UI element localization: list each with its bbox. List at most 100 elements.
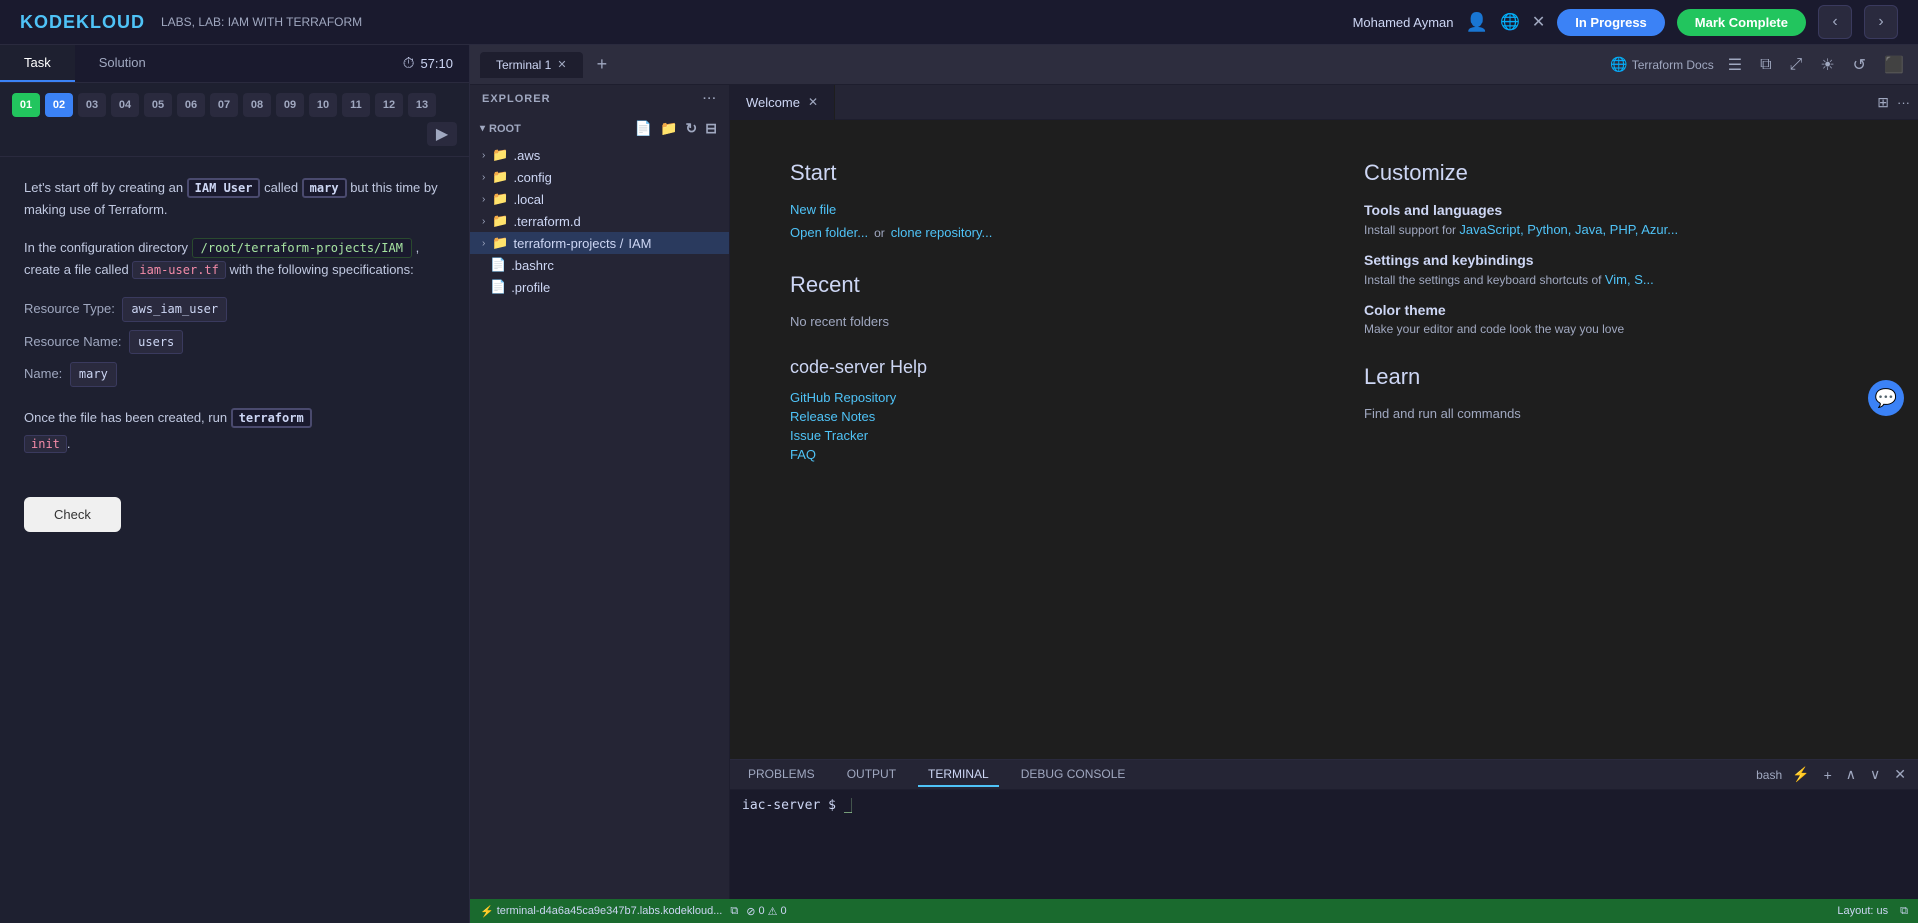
external-link-icon[interactable]: ⧉ xyxy=(1756,54,1775,76)
tab-task[interactable]: Task xyxy=(0,45,75,82)
clock-icon: ⏱ xyxy=(403,55,415,72)
check-button[interactable]: Check xyxy=(24,497,121,532)
layout-label: Layout: us xyxy=(1837,905,1888,917)
terminal-tab[interactable]: TERMINAL xyxy=(918,763,999,787)
mark-complete-button[interactable]: Mark Complete xyxy=(1677,9,1806,36)
chat-bubble[interactable]: 💬 xyxy=(1868,380,1904,416)
welcome-tab-close[interactable]: ✕ xyxy=(808,95,818,109)
tree-item-profile[interactable]: 📄 .profile xyxy=(470,276,729,298)
top-bar-left: KODEKLOUD LABS, LAB: IAM WITH TERRAFORM xyxy=(20,12,362,33)
step-5[interactable]: 05 xyxy=(144,93,172,117)
release-notes-link[interactable]: Release Notes xyxy=(790,409,1284,424)
tools-langs-link[interactable]: JavaScript, Python, Java, PHP, Azur... xyxy=(1459,222,1678,237)
name-row: Name: mary xyxy=(24,362,445,386)
tree-root: › 📁 .aws › 📁 .config › 📁 .local xyxy=(470,144,729,298)
history-icon[interactable]: ↺ xyxy=(1849,53,1870,77)
step-nav: 01 02 03 04 05 06 07 08 09 10 11 12 13 ▶ xyxy=(0,83,469,157)
explorer-more-icon[interactable]: ··· xyxy=(703,93,717,105)
mary-name: mary xyxy=(302,178,347,198)
step-12[interactable]: 12 xyxy=(375,93,403,117)
customize-title: Customize xyxy=(1364,160,1858,186)
vscode-panel: Terminal 1 ✕ + 🌐 Terraform Docs ☰ ⧉ ⤢ ☀ … xyxy=(470,45,1918,923)
step-8[interactable]: 08 xyxy=(243,93,271,117)
step-10[interactable]: 10 xyxy=(309,93,337,117)
settings-editors-link[interactable]: Vim, S... xyxy=(1605,272,1654,287)
sun-icon[interactable]: ☀ xyxy=(1816,53,1838,77)
top-bar: KODEKLOUD LABS, LAB: IAM WITH TERRAFORM … xyxy=(0,0,1918,45)
welcome-left: Start New file Open folder... or clone r… xyxy=(790,160,1284,719)
copy-icon-item[interactable]: ⧉ xyxy=(730,905,738,918)
terminal-tabs-bar: PROBLEMS OUTPUT TERMINAL DEBUG CONSOLE b… xyxy=(730,760,1918,790)
step-13[interactable]: 13 xyxy=(408,93,436,117)
prev-arrow[interactable]: ‹ xyxy=(1818,5,1852,39)
new-folder-icon[interactable]: 📁 xyxy=(658,118,679,139)
output-tab[interactable]: OUTPUT xyxy=(837,763,906,787)
step-1[interactable]: 01 xyxy=(12,93,40,117)
issue-tracker-link[interactable]: Issue Tracker xyxy=(790,428,1284,443)
timer: ⏱ 57:10 xyxy=(387,45,469,82)
collapse-icon[interactable]: ⊟ xyxy=(703,118,719,139)
github-repo-link[interactable]: GitHub Repository xyxy=(790,390,1284,405)
close-icon: ✕ xyxy=(1532,12,1545,32)
color-theme-title: Color theme xyxy=(1364,302,1858,318)
status-bar-left: ⚡ terminal-d4a6a45ca9e347b7.labs.kodeklo… xyxy=(480,905,787,918)
add-terminal-btn[interactable]: + xyxy=(1820,765,1836,785)
step-6[interactable]: 06 xyxy=(177,93,205,117)
step-3[interactable]: 03 xyxy=(78,93,106,117)
chevron-up-icon[interactable]: ∧ xyxy=(1842,764,1860,785)
next-arrow[interactable]: › xyxy=(1864,5,1898,39)
hamburger-icon[interactable]: ☰ xyxy=(1724,53,1746,77)
tools-sub: Install support for JavaScript, Python, … xyxy=(1364,222,1858,237)
term-tab-right: bash ⚡ + ∧ ∨ ✕ xyxy=(1756,764,1910,785)
folder-icon-terraform-projects: 📁 xyxy=(492,235,508,251)
terminal-tab-label: Terminal 1 xyxy=(496,58,551,72)
errors-item[interactable]: ⊘ 0 ⚠ 0 xyxy=(746,905,786,918)
terminal-tab-1[interactable]: Terminal 1 ✕ xyxy=(480,52,583,78)
problems-tab[interactable]: PROBLEMS xyxy=(738,763,825,787)
welcome-tab[interactable]: Welcome ✕ xyxy=(730,85,835,120)
skip-button[interactable]: ▶ xyxy=(427,122,457,146)
user-name: Mohamed Ayman xyxy=(1353,15,1454,30)
tree-label-bashrc: .bashrc xyxy=(511,258,554,273)
tree-label-aws: .aws xyxy=(514,148,541,163)
terminal-path: terminal-d4a6a45ca9e347b7.labs.kodekloud… xyxy=(497,905,723,917)
chevron-down-icon[interactable]: ∨ xyxy=(1866,764,1884,785)
tree-item-bashrc[interactable]: 📄 .bashrc xyxy=(470,254,729,276)
refresh-icon[interactable]: ↻ xyxy=(684,118,700,139)
step-7[interactable]: 07 xyxy=(210,93,238,117)
tree-item-aws[interactable]: › 📁 .aws xyxy=(470,144,729,166)
tree-item-terraform-d[interactable]: › 📁 .terraform.d xyxy=(470,210,729,232)
external-link-status-icon[interactable]: ⧉ xyxy=(1900,905,1908,918)
expand-icon[interactable]: ⤢ xyxy=(1786,54,1807,76)
tree-arrow-terraform-projects: › xyxy=(482,238,485,249)
new-file-link[interactable]: New file xyxy=(790,202,1284,217)
clone-repo-link[interactable]: clone repository... xyxy=(891,225,993,240)
no-recent-text: No recent folders xyxy=(790,314,1284,329)
terminal-path-item[interactable]: ⚡ terminal-d4a6a45ca9e347b7.labs.kodeklo… xyxy=(480,905,722,918)
close-terminal-icon[interactable]: ✕ xyxy=(1890,764,1910,785)
error-count: 0 xyxy=(758,905,764,917)
faq-link[interactable]: FAQ xyxy=(790,447,1284,462)
help-title: code-server Help xyxy=(790,357,1284,378)
main: Task Solution ⏱ 57:10 01 02 03 04 05 06 … xyxy=(0,45,1918,923)
split-editor-btn[interactable]: ⊞ xyxy=(1869,90,1897,115)
tree-item-local[interactable]: › 📁 .local xyxy=(470,188,729,210)
resource-type-row: Resource Type: aws_iam_user xyxy=(24,297,445,321)
new-file-icon[interactable]: 📄 xyxy=(633,118,654,139)
debug-console-tab[interactable]: DEBUG CONSOLE xyxy=(1011,763,1136,787)
explorer-header: EXPLORER ··· xyxy=(470,85,729,113)
tree-item-config[interactable]: › 📁 .config xyxy=(470,166,729,188)
in-progress-button[interactable]: In Progress xyxy=(1557,9,1665,36)
tab-solution[interactable]: Solution xyxy=(75,45,170,82)
step-4[interactable]: 04 xyxy=(111,93,139,117)
add-terminal-tab[interactable]: + xyxy=(591,52,614,77)
editor-more-icon[interactable]: ··· xyxy=(1897,95,1910,110)
editor-area: Welcome ✕ ⊞ ··· Start New file Open fold… xyxy=(730,85,1918,899)
open-folder-link[interactable]: Open folder... xyxy=(790,225,868,240)
terminal-tab-close[interactable]: ✕ xyxy=(557,58,566,71)
step-11[interactable]: 11 xyxy=(342,93,370,117)
tree-item-terraform-projects[interactable]: › 📁 terraform-projects / IAM xyxy=(470,232,729,254)
terraform-docs-btn[interactable]: 🌐 Terraform Docs xyxy=(1610,56,1713,73)
step-2[interactable]: 02 xyxy=(45,93,73,117)
step-9[interactable]: 09 xyxy=(276,93,304,117)
